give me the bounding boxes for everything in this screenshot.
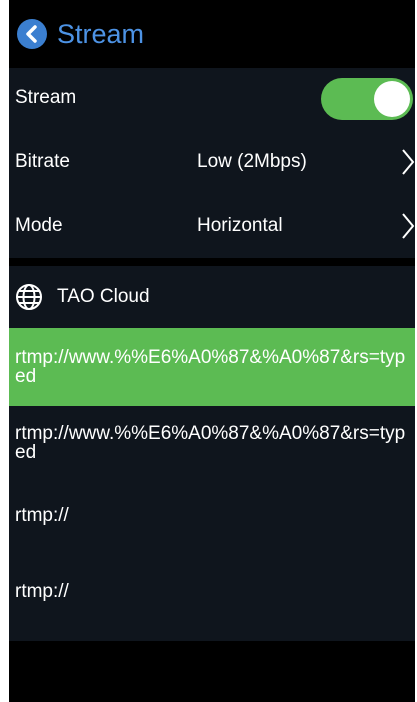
chevron-left-icon	[26, 25, 37, 43]
bitrate-value: Low (2Mbps)	[197, 151, 307, 172]
stream-toggle[interactable]	[321, 78, 413, 120]
url-item-1[interactable]: rtmp://www.%%E6%A0%87&%A0%87&rs=typed	[9, 328, 415, 406]
page-title: Stream	[57, 18, 145, 49]
stream-label: Stream	[15, 87, 77, 108]
stream-toggle-row: Stream	[9, 68, 415, 128]
url-text: rtmp://	[15, 581, 69, 602]
url-text: rtmp://www.%%E6%A0%87&%A0%87&rs=typed	[15, 347, 406, 387]
stream-settings-panel: Stream Bitrate Low (2Mbps) Mode Horizont…	[9, 68, 415, 258]
url-text: rtmp://	[15, 505, 69, 526]
bitrate-row[interactable]: Bitrate Low (2Mbps)	[9, 132, 415, 192]
mode-value: Horizontal	[197, 215, 283, 236]
url-item-3[interactable]: rtmp://	[9, 496, 415, 536]
toggle-knob	[374, 81, 410, 117]
url-item-2[interactable]: rtmp://www.%%E6%A0%87&%A0%87&rs=typed	[9, 418, 415, 478]
stream-screen: Stream Stream Bitrate Low (2Mbps) Mode H…	[9, 0, 415, 702]
chevron-right-icon	[402, 149, 415, 175]
globe-icon	[16, 284, 42, 310]
bitrate-label: Bitrate	[15, 151, 70, 172]
mode-label: Mode	[15, 215, 63, 236]
back-button[interactable]	[17, 19, 47, 49]
mode-row[interactable]: Mode Horizontal	[9, 196, 415, 256]
cloud-title: TAO Cloud	[57, 286, 150, 307]
cloud-panel: TAO Cloud rtmp://www.%%E6%A0%87&%A0%87&r…	[9, 266, 415, 641]
chevron-right-icon	[402, 213, 415, 239]
cloud-header: TAO Cloud	[9, 266, 415, 328]
header-bar: Stream	[9, 0, 415, 68]
url-item-4[interactable]: rtmp://	[9, 572, 415, 612]
url-text: rtmp://www.%%E6%A0%87&%A0%87&rs=typed	[15, 423, 406, 463]
